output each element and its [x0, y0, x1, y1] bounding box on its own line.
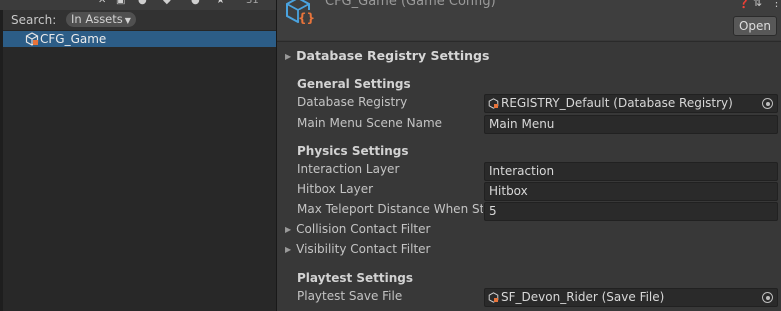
foldout-label: Visibility Contact Filter [296, 242, 431, 256]
more-options-icon[interactable]: ⋮ [771, 0, 781, 9]
create-icon[interactable]: ▣ [116, 0, 126, 6]
eye-icon[interactable]: ● [191, 0, 201, 6]
header-divider [277, 41, 781, 42]
scriptable-object-icon [488, 292, 499, 303]
close-icon[interactable]: ✕ [98, 0, 108, 6]
search-scope-dropdown[interactable]: In Assets ▼ [66, 12, 136, 27]
project-toolbar: ✕ ▣ ● ◆ ● ★ 31 [0, 0, 276, 10]
foldout-collision-contact-filter[interactable]: ▶ Collision Contact Filter [285, 222, 430, 236]
hitbox-layer-value: Hitbox [489, 184, 528, 198]
preset-icon[interactable]: ⇅ [753, 0, 762, 9]
section-header-physics: Physics Settings [297, 144, 409, 158]
main-menu-scene-name-value: Main Menu [489, 117, 555, 131]
game-config-asset-icon: {} [286, 0, 315, 25]
inspector-title: CFG_Game (Game Config) [325, 0, 496, 9]
main-menu-scene-name-input[interactable]: Main Menu [484, 115, 778, 134]
search-scope-label: In Assets [71, 12, 123, 26]
database-registry-field[interactable]: REGISTRY_Default (Database Registry) [484, 94, 778, 113]
hidden-packages-count[interactable]: 31 [246, 0, 259, 6]
object-picker-icon[interactable] [762, 98, 773, 109]
label-max-teleport-distance: Max Teleport Distance When Stu [297, 202, 483, 216]
section-header-general: General Settings [297, 77, 411, 91]
asset-list-item[interactable]: CFG_Game [3, 31, 276, 47]
inspector-panel: {} CFG_Game (Game Config) ❓ ⇅ ⋮ Open ▶ Da… [277, 0, 781, 311]
inspector-header: {} CFG_Game (Game Config) ❓ ⇅ ⋮ Open [277, 0, 781, 40]
filter-by-type-icon[interactable]: ● [138, 0, 148, 6]
playtest-save-file-value: SF_Devon_Rider (Save File) [501, 290, 665, 304]
foldout-label: Collision Contact Filter [296, 222, 431, 236]
foldout-database-registry-settings[interactable]: ▶ Database Registry Settings [285, 48, 489, 63]
chevron-right-icon: ▶ [285, 245, 292, 254]
chevron-right-icon: ▶ [285, 52, 292, 61]
label-database-registry: Database Registry [297, 95, 408, 109]
filter-by-label-icon[interactable]: ◆ [163, 0, 173, 6]
label-playtest-save-file: Playtest Save File [297, 289, 403, 303]
database-registry-value: REGISTRY_Default (Database Registry) [501, 96, 733, 110]
help-icon[interactable]: ❓ [737, 0, 751, 9]
playtest-save-file-field[interactable]: SF_Devon_Rider (Save File) [484, 288, 778, 307]
hitbox-layer-input[interactable]: Hitbox [484, 182, 778, 201]
svg-text:{}: {} [298, 11, 315, 25]
foldout-visibility-contact-filter[interactable]: ▶ Visibility Contact Filter [285, 242, 430, 256]
section-header-playtest: Playtest Settings [297, 271, 414, 285]
search-bar: Search: In Assets ▼ [3, 10, 276, 31]
scriptable-object-icon [25, 32, 39, 46]
interaction-layer-input[interactable]: Interaction [484, 162, 778, 181]
label-interaction-layer: Interaction Layer [297, 162, 400, 176]
scriptable-object-icon [488, 98, 499, 109]
search-label: Search: [11, 13, 57, 27]
open-button[interactable]: Open [733, 16, 777, 36]
interaction-layer-value: Interaction [489, 164, 555, 178]
foldout-label: Database Registry Settings [296, 48, 490, 63]
label-main-menu-scene-name: Main Menu Scene Name [297, 116, 443, 130]
chevron-right-icon: ▶ [285, 225, 292, 234]
asset-name: CFG_Game [40, 32, 107, 46]
project-panel: ✕ ▣ ● ◆ ● ★ 31 Search: In Assets ▼ CFG_Ga… [0, 0, 277, 311]
object-picker-icon[interactable] [762, 292, 773, 303]
max-teleport-distance-value: 5 [489, 204, 497, 218]
star-icon[interactable]: ★ [216, 0, 226, 6]
chevron-down-icon: ▼ [124, 16, 131, 25]
max-teleport-distance-input[interactable]: 5 [484, 202, 778, 221]
panel-edge [0, 10, 3, 311]
label-hitbox-layer: Hitbox Layer [297, 182, 374, 196]
